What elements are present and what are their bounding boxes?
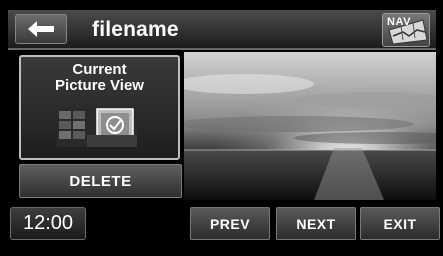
- delete-button[interactable]: DELETE: [19, 164, 182, 198]
- left-arrow-icon: [28, 21, 54, 37]
- current-picture-view-label: Current Picture View: [21, 62, 178, 94]
- cpv-label-line2: Picture View: [55, 77, 144, 94]
- photo-preview: [184, 52, 436, 200]
- left-panel: Current Picture View DELETE: [8, 52, 182, 199]
- header-bar: filename NAV: [8, 10, 436, 50]
- back-button[interactable]: [15, 14, 67, 44]
- current-picture-view-button[interactable]: Current Picture View: [19, 55, 180, 160]
- clock-time: 12:00: [22, 212, 74, 234]
- prev-label: PREV: [209, 216, 251, 232]
- picture-view-icon: [57, 107, 137, 147]
- prev-button[interactable]: PREV: [190, 207, 270, 240]
- page-title: filename: [92, 18, 179, 41]
- next-label: NEXT: [296, 216, 336, 232]
- delete-label: DELETE: [69, 173, 132, 190]
- exit-button[interactable]: EXIT: [360, 207, 440, 240]
- nav-button[interactable]: NAV: [382, 13, 430, 47]
- screen: filename NAV Current Picture View DELETE…: [0, 0, 443, 256]
- exit-label: EXIT: [383, 216, 417, 232]
- clock-display[interactable]: 12:00: [10, 207, 86, 240]
- cpv-label-line1: Current: [72, 61, 127, 78]
- nav-label: NAV: [387, 16, 411, 28]
- bottom-bar: 12:00 PREV NEXT EXIT: [0, 202, 443, 242]
- next-button[interactable]: NEXT: [276, 207, 356, 240]
